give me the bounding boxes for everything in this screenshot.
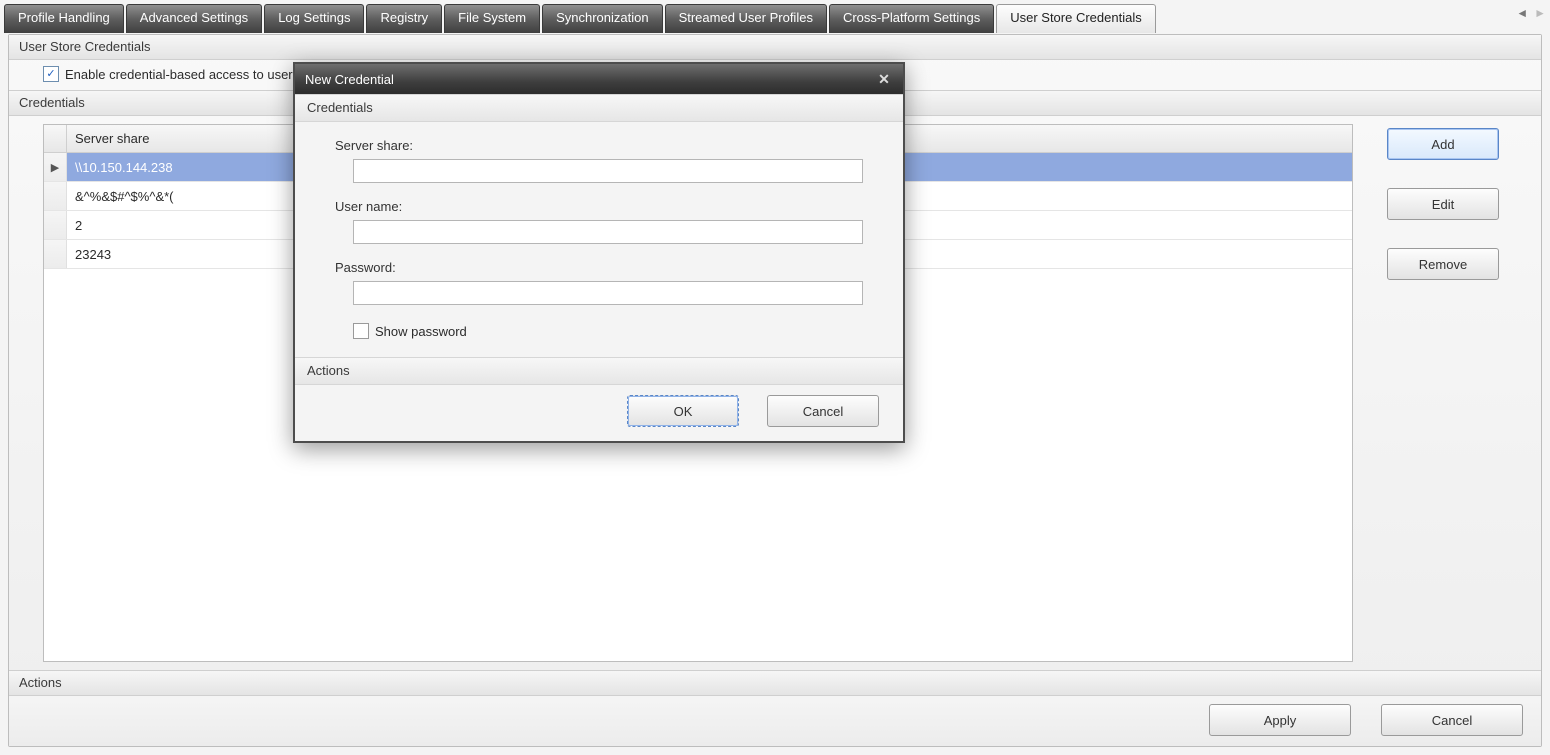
actions-bar: Actions Apply Cancel: [9, 670, 1541, 746]
dialog-cancel-button[interactable]: Cancel: [767, 395, 879, 427]
show-password-row: Show password: [353, 323, 863, 339]
tab-advanced-settings[interactable]: Advanced Settings: [126, 4, 262, 33]
tab-profile-handling[interactable]: Profile Handling: [4, 4, 124, 33]
tab-scroll-left-icon[interactable]: ◄: [1516, 6, 1528, 20]
tab-streamed-user-profiles[interactable]: Streamed User Profiles: [665, 4, 827, 33]
password-label: Password:: [335, 260, 863, 275]
tab-log-settings[interactable]: Log Settings: [264, 4, 364, 33]
dialog-credentials-header: Credentials: [295, 94, 903, 122]
actions-buttons: Apply Cancel: [9, 696, 1541, 746]
user-name-label: User name:: [335, 199, 863, 214]
remove-button[interactable]: Remove: [1387, 248, 1499, 280]
tab-registry[interactable]: Registry: [366, 4, 442, 33]
row-marker: [44, 211, 67, 239]
section-user-store-credentials-title: User Store Credentials: [9, 35, 1541, 60]
dialog-actions: OK Cancel: [295, 385, 903, 441]
tab-cross-platform-settings[interactable]: Cross-Platform Settings: [829, 4, 994, 33]
tab-synchronization[interactable]: Synchronization: [542, 4, 663, 33]
row-marker: ▶: [44, 153, 67, 181]
enable-credential-label: Enable credential-based access to user s…: [65, 67, 325, 82]
tab-scroll-right-icon[interactable]: ►: [1534, 6, 1546, 20]
enable-credential-checkbox[interactable]: ✓: [43, 66, 59, 82]
tab-strip: Profile HandlingAdvanced SettingsLog Set…: [4, 4, 1546, 30]
new-credential-dialog: New Credential ✕ Credentials Server shar…: [293, 62, 905, 443]
row-marker: [44, 182, 67, 210]
show-password-label: Show password: [375, 324, 467, 339]
dialog-titlebar[interactable]: New Credential ✕: [295, 64, 903, 94]
tab-file-system[interactable]: File System: [444, 4, 540, 33]
server-share-input[interactable]: [353, 159, 863, 183]
password-input[interactable]: [353, 281, 863, 305]
actions-title: Actions: [9, 671, 1541, 696]
edit-button[interactable]: Edit: [1387, 188, 1499, 220]
cancel-button[interactable]: Cancel: [1381, 704, 1523, 736]
side-buttons: Add Edit Remove: [1387, 124, 1527, 662]
show-password-checkbox[interactable]: [353, 323, 369, 339]
server-share-label: Server share:: [335, 138, 863, 153]
add-button[interactable]: Add: [1387, 128, 1499, 160]
dialog-body: Server share: User name: Password: Show …: [295, 122, 903, 357]
apply-button[interactable]: Apply: [1209, 704, 1351, 736]
ok-button[interactable]: OK: [627, 395, 739, 427]
close-icon[interactable]: ✕: [875, 70, 893, 88]
dialog-actions-header: Actions: [295, 357, 903, 385]
grid-header-rowmark: [44, 125, 67, 152]
tab-scroll-controls: ◄ ►: [1516, 6, 1546, 20]
dialog-title: New Credential: [305, 72, 394, 87]
user-name-input[interactable]: [353, 220, 863, 244]
row-marker: [44, 240, 67, 268]
tab-user-store-credentials[interactable]: User Store Credentials: [996, 4, 1156, 33]
